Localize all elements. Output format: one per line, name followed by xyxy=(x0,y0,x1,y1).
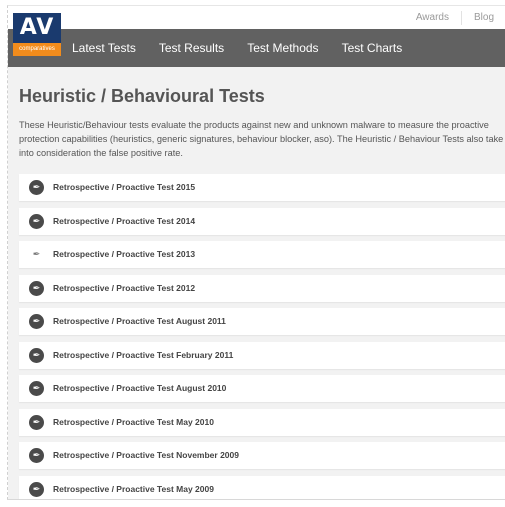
top-links: Awards Blog xyxy=(404,11,505,25)
logo-mark: AV xyxy=(13,13,61,43)
divider xyxy=(7,499,505,500)
pen-icon: ✒ xyxy=(29,481,44,497)
nav-test-results[interactable]: Test Results xyxy=(159,29,224,67)
pen-icon: ✒ xyxy=(29,347,44,363)
logo-subtitle: comparatives xyxy=(13,43,61,56)
browser-viewport: Awards Blog AV comparatives Latest Tests… xyxy=(7,5,505,500)
test-item-label: Retrospective / Proactive Test 2013 xyxy=(53,249,196,259)
test-list: ✒ Retrospective / Proactive Test 2015 ✒ Ret… xyxy=(19,174,505,500)
main-navbar: AV comparatives Latest Tests Test Result… xyxy=(8,13,505,67)
test-item-label: Retrospective / Proactive Test May 2010 xyxy=(53,416,214,427)
test-list-item[interactable]: ✒ Retrospective / Proactive Test 2013 xyxy=(19,241,505,268)
awards-link[interactable]: Awards xyxy=(404,11,461,25)
pen-icon: ✒ xyxy=(29,448,44,463)
pen-icon: ✒ xyxy=(29,213,44,229)
pen-icon: ✒ xyxy=(29,414,44,430)
test-item-label: Retrospective / Proactive Test May 2009 xyxy=(53,483,214,494)
blog-link[interactable]: Blog xyxy=(460,11,505,25)
pen-icon: ✒ xyxy=(29,280,44,296)
test-list-item[interactable]: ✒ Retrospective / Proactive Test February… xyxy=(19,341,505,369)
page-description: These Heuristic/Behaviour tests evaluate… xyxy=(19,120,504,158)
test-list-item[interactable]: ✒ Retrospective / Proactive Test 2014 xyxy=(19,207,505,235)
nav-latest-tests[interactable]: Latest Tests xyxy=(72,29,136,67)
test-item-label: Retrospective / Proactive Test 2014 xyxy=(53,215,196,226)
test-item-label: Retrospective / Proactive Test November … xyxy=(53,450,239,460)
pen-icon: ✒ xyxy=(32,249,41,259)
pen-icon: ✒ xyxy=(29,180,44,195)
top-utility-bar: Awards Blog xyxy=(8,6,505,29)
av-comparatives-logo[interactable]: AV comparatives xyxy=(13,13,61,61)
test-item-label: Retrospective / Proactive Test August 20… xyxy=(53,383,227,393)
nav-menu: Latest Tests Test Results Test Methods T… xyxy=(72,29,425,67)
test-item-label: Retrospective / Proactive Test February … xyxy=(53,349,234,360)
test-list-item[interactable]: ✒ Retrospective / Proactive Test 2015 xyxy=(19,174,505,201)
test-list-item[interactable]: ✒ Retrospective / Proactive Test November… xyxy=(19,442,505,469)
nav-test-charts[interactable]: Test Charts xyxy=(342,29,403,67)
test-list-item[interactable]: ✒ Retrospective / Proactive Test August 2… xyxy=(19,375,505,402)
test-list-item[interactable]: ✒ Retrospective / Proactive Test May 2010 xyxy=(19,408,505,436)
test-item-label: Retrospective / Proactive Test 2012 xyxy=(53,282,196,293)
test-list-item[interactable]: ✒ Retrospective / Proactive Test 2012 xyxy=(19,274,505,302)
test-list-item[interactable]: ✒ Retrospective / Proactive Test August 2… xyxy=(19,308,505,335)
main-content: Heuristic / Behavioural Tests These Heur… xyxy=(8,67,505,500)
page-title: Heuristic / Behavioural Tests xyxy=(19,86,265,106)
pen-icon: ✒ xyxy=(29,381,44,396)
pen-icon: ✒ xyxy=(29,314,44,329)
test-item-label: Retrospective / Proactive Test 2015 xyxy=(53,182,196,192)
test-list-item[interactable]: ✒ Retrospective / Proactive Test May 2009 xyxy=(19,475,505,500)
nav-test-methods[interactable]: Test Methods xyxy=(247,29,318,67)
test-item-label: Retrospective / Proactive Test August 20… xyxy=(53,316,226,326)
